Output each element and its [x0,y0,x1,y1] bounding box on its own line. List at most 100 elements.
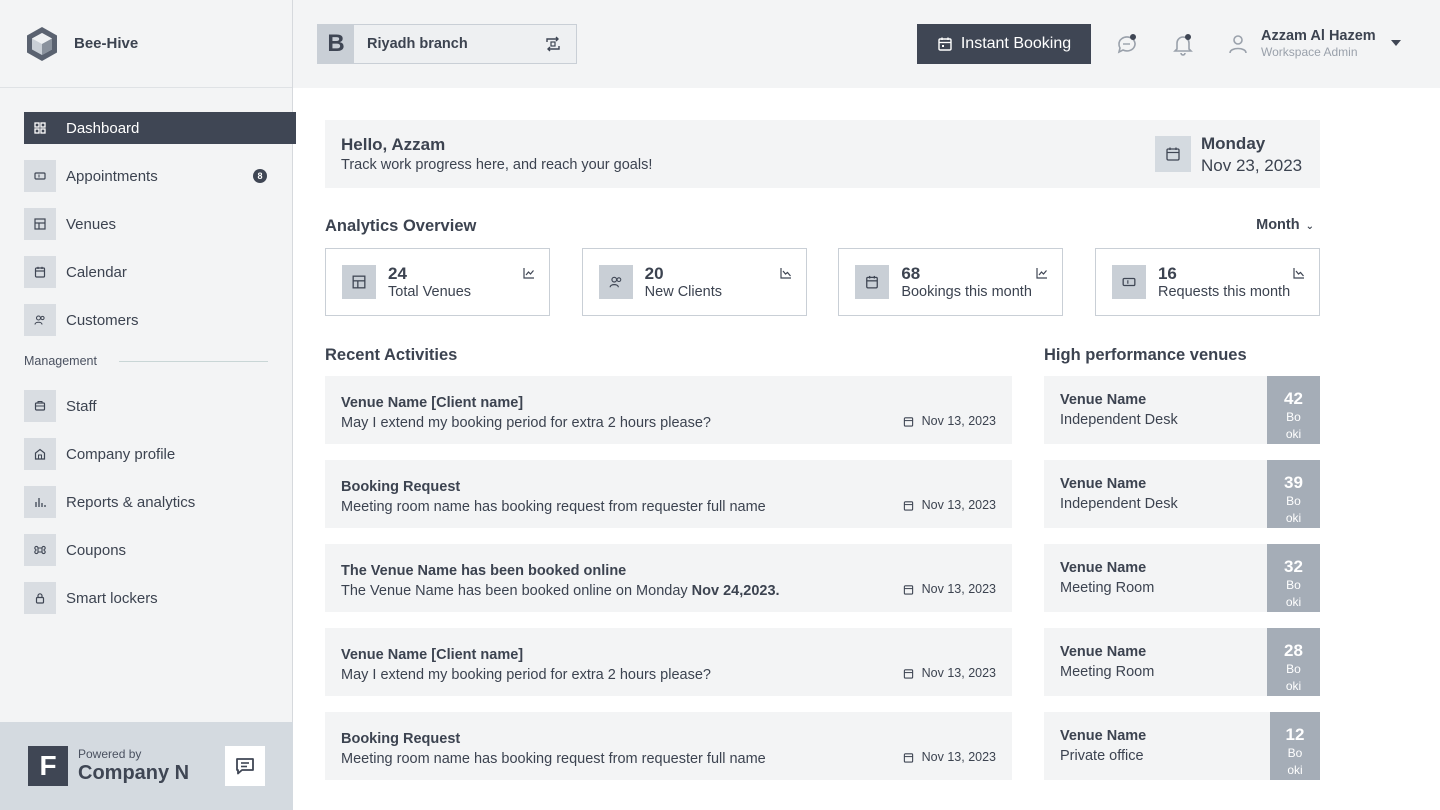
list-item[interactable]: Venue Name Private office 12 Booki [1044,712,1320,780]
current-day: Monday [1201,134,1266,153]
calendar-icon [903,668,913,679]
management-section-label: Management [24,350,296,372]
sidebar-item-calendar[interactable]: Calendar [24,256,296,288]
stat-card-bookings[interactable]: 68 Bookings this month [838,248,1064,316]
recent-activities-list: Venue Name [Client name] May I extend my… [325,376,1012,796]
chevron-down-icon[interactable] [1391,40,1401,46]
activity-date: Nov 13, 2023 [903,750,996,764]
list-item[interactable]: Venue Name Independent Desk 39 Booki [1044,460,1320,528]
instant-booking-button[interactable]: Instant Booking [917,24,1091,64]
activity-desc: The Venue Name has been booked online on… [341,583,780,599]
activity-date: Nov 13, 2023 [903,414,996,428]
branch-name: Riyadh branch [367,36,468,52]
trend-chart-icon [1293,268,1304,279]
activity-desc-text: Meeting room name has booking request fr… [341,499,766,515]
stat-card-new-clients[interactable]: 20 New Clients [581,248,807,316]
stat-label: Bookings this month [901,284,1032,300]
activity-date-text: Nov 13, 2023 [921,750,996,764]
greeting-subtitle: Track work progress here, and reach your… [341,157,653,173]
activity-desc: May I extend my booking period for extra… [341,667,711,683]
list-item[interactable]: Venue Name Independent Desk 42 Booki [1044,376,1320,444]
list-item[interactable]: Venue Name Meeting Room 28 Booki [1044,628,1320,696]
company-logo: F [28,746,68,786]
brand-name: Bee-Hive [74,35,139,52]
notification-count-badge: 8 [253,169,267,183]
period-dropdown[interactable]: Month ⌄ [1256,217,1314,233]
booking-count-value: 32 [1284,557,1303,576]
switch-branch-icon[interactable] [545,36,561,52]
sidebar-item-reports[interactable]: Reports & analytics [24,486,296,518]
user-menu[interactable]: Azzam Al Hazem Workspace Admin [1226,28,1376,59]
sidebar-item-company-profile[interactable]: Company profile [24,438,296,470]
sidebar-nav: Dashboard Appointments 8 Venues Calendar [24,112,296,630]
activity-desc-text: Meeting room name has booking request fr… [341,751,766,767]
sidebar-item-staff[interactable]: Staff [24,390,296,422]
stat-label: Requests this month [1157,284,1291,300]
analytics-cards: 24 Total Venues 20 New Clients 68 Bookin… [325,248,1320,316]
powered-by-footer: F Powered by Company N [0,722,293,810]
list-item[interactable]: Venue Name [Client name] May I extend my… [325,628,1012,696]
calendar-icon [903,416,913,427]
venue-type: Private office [1060,748,1144,764]
high-performance-list: Venue Name Independent Desk 42 Booki Venu… [1044,376,1320,796]
sidebar-item-label: Customers [66,311,139,329]
activity-desc-bold: Nov 24,2023. [691,583,780,599]
activity-date: Nov 13, 2023 [903,498,996,512]
activity-desc-text: The Venue Name has been booked online on… [341,583,692,599]
sidebar-item-customers[interactable]: Customers [24,304,296,336]
branch-selector[interactable]: B Riyadh branch [317,24,577,64]
chevron-down-icon: ⌄ [1305,221,1314,232]
booking-count-unit: Booki [1285,494,1302,525]
venue-type: Independent Desk [1060,412,1178,428]
list-item[interactable]: The Venue Name has been booked online Th… [325,544,1012,612]
calendar-icon [24,256,56,288]
sidebar-item-coupons[interactable]: Coupons [24,534,296,566]
stat-card-requests[interactable]: 16 Requests this month [1094,248,1320,316]
list-item[interactable]: Booking Request Meeting room name has bo… [325,712,1012,780]
stat-label: New Clients [644,284,723,300]
stat-value: 68 [901,264,921,283]
sidebar-item-label: Venues [66,215,117,233]
sidebar-item-dashboard[interactable]: Dashboard [24,112,296,144]
venue-name: Venue Name [1060,476,1147,492]
calendar-icon [903,584,913,595]
calendar-icon [903,752,913,763]
period-label: Month [1256,217,1300,233]
venue-name: Venue Name [1060,392,1147,408]
activity-title: The Venue Name has been booked online [341,563,627,579]
booking-count: 32 Booki [1267,544,1320,612]
activity-desc: May I extend my booking period for extra… [341,415,711,431]
booking-count: 28 Booki [1267,628,1320,696]
top-header: B Riyadh branch Instant Booking Azzam Al… [293,0,1440,88]
sidebar-item-label: Appointments [66,167,158,185]
venue-name: Venue Name [1060,560,1147,576]
stat-label: Total Venues [388,284,472,300]
lock-icon [24,582,56,614]
trend-chart-icon [523,268,534,279]
brand[interactable]: Bee-Hive [0,0,292,88]
activity-desc: Meeting room name has booking request fr… [341,751,766,767]
chat-button[interactable] [225,746,265,786]
activity-title: Venue Name [Client name] [341,647,524,663]
branch-avatar: B [318,25,354,63]
messages-icon[interactable] [1115,32,1139,56]
calendar-icon [903,500,913,511]
booking-count-value: 42 [1284,389,1303,408]
list-item[interactable]: Venue Name Meeting Room 32 Booki [1044,544,1320,612]
sidebar-item-label: Coupons [66,541,127,559]
stat-card-total-venues[interactable]: 24 Total Venues [325,248,550,316]
sidebar-item-appointments[interactable]: Appointments 8 [24,160,296,192]
bell-icon[interactable] [1171,32,1195,56]
sidebar-item-label: Staff [66,397,97,415]
list-item[interactable]: Booking Request Meeting room name has bo… [325,460,1012,528]
activity-desc: Meeting room name has booking request fr… [341,499,766,515]
analytics-title: Analytics Overview [325,217,477,235]
recent-activities-title: Recent Activities [325,346,458,364]
powered-text: Powered by Company N [78,747,189,785]
sidebar-item-venues[interactable]: Venues [24,208,296,240]
command-icon [24,534,56,566]
sidebar-item-label: Reports & analytics [66,493,196,511]
list-item[interactable]: Venue Name [Client name] May I extend my… [325,376,1012,444]
calendar-icon [855,265,890,299]
sidebar-item-smart-lockers[interactable]: Smart lockers [24,582,296,614]
